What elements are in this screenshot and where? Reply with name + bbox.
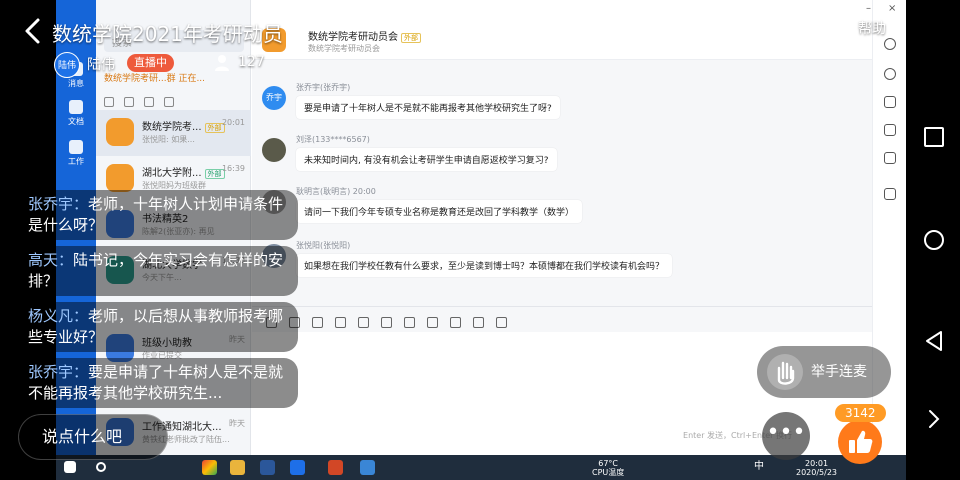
comment-user: 张乔宇 [28, 195, 74, 213]
live-comment: 高天：陆书记，今年实习会有怎样的安排？ [18, 246, 298, 296]
sender-avatar: 乔宇 [262, 86, 286, 110]
search-icon [96, 462, 106, 472]
hand-icon [767, 354, 803, 390]
viewer-count: 127 [238, 54, 265, 70]
recent-apps-icon[interactable] [923, 126, 945, 148]
help-button[interactable]: 帮助 [858, 18, 886, 38]
video-icon [450, 317, 461, 328]
rail-item-docs: 文档 [56, 100, 96, 127]
live-room-title: 数统学院2021年考研动员 [52, 22, 283, 46]
like-button[interactable] [838, 420, 882, 464]
chat-header: 数统学院考研动员会 外部 数统学院考研动员会 [252, 0, 872, 60]
comment-user: 张乔宇 [28, 363, 74, 381]
back-icon[interactable] [18, 16, 48, 46]
conversation-tools [104, 92, 244, 108]
sender-avatar [262, 138, 286, 162]
chevron-right-icon[interactable] [923, 408, 945, 430]
minimize-icon: – [866, 3, 871, 14]
more-icon [884, 38, 896, 50]
phone-icon [427, 317, 438, 328]
host-avatar[interactable]: 陆伟 [54, 52, 80, 78]
ime-indicator: 中 [754, 461, 764, 472]
cube-icon [884, 188, 896, 200]
cpu-temperature: 67°C CPU温度 [592, 459, 625, 477]
clock-icon [884, 68, 896, 80]
android-nav-bar [906, 0, 960, 480]
like-count-badge: 3142 [835, 404, 886, 422]
thumbs-up-icon [849, 430, 873, 453]
rail-item-work: 工作 [56, 140, 96, 167]
shared-screen: 消息 文档 工作 搜索 数统学院考研...群 正在... 数统学院考... 外部 … [56, 0, 906, 480]
powerpoint-icon [328, 460, 343, 475]
conversation-item: 数统学院考... 外部 20:01 张悦阳: 如果... [96, 110, 251, 156]
more-options-button[interactable]: ••• [762, 412, 810, 460]
live-comment: 杨义凡：老师，以后想从事教师报考哪些专业好？ [18, 302, 298, 352]
bolt-icon [404, 317, 415, 328]
at-icon [104, 97, 114, 107]
system-back-icon[interactable] [923, 330, 945, 352]
video-app-icon [360, 460, 375, 475]
chrome-icon [202, 460, 217, 475]
comment-user: 杨义凡 [28, 307, 74, 325]
tv-icon [884, 152, 896, 164]
file-icon [164, 97, 174, 107]
mail-icon [496, 317, 507, 328]
check-icon [381, 317, 392, 328]
chat-toolbar [252, 306, 872, 332]
calendar-icon [358, 317, 369, 328]
star-icon [124, 97, 134, 107]
grid-icon [69, 140, 83, 154]
viewer-icon [215, 55, 229, 71]
live-comment: 张乔宇：老师，十年树人计划申请条件是什么呀？ [18, 190, 298, 240]
group-avatar [106, 164, 134, 192]
screen-icon [473, 317, 484, 328]
raise-hand-button[interactable]: 举手连麦 [757, 346, 891, 398]
word-icon [260, 460, 275, 475]
group-avatar [106, 118, 134, 146]
live-status-badge: 直播中 [127, 54, 174, 72]
folder-icon [230, 460, 245, 475]
document-icon [69, 100, 83, 114]
live-comment: 张乔宇：要是申请了十年树人是不是就不能再报考其他学校研究生... [18, 358, 298, 408]
at-icon [312, 317, 323, 328]
close-icon: × [888, 3, 897, 14]
comment-input[interactable]: 说点什么吧 [18, 414, 168, 460]
windows-start-icon [64, 461, 76, 473]
file-icon [335, 317, 346, 328]
comment-user: 高天 [28, 251, 59, 269]
dingtalk-icon [290, 460, 305, 475]
megaphone-icon [884, 124, 896, 136]
host-name: 陆伟 [87, 57, 115, 73]
clock-icon [144, 97, 154, 107]
folder-icon [884, 96, 896, 108]
home-icon[interactable] [923, 229, 945, 251]
system-clock: 20:01 2020/5/23 [796, 459, 838, 477]
